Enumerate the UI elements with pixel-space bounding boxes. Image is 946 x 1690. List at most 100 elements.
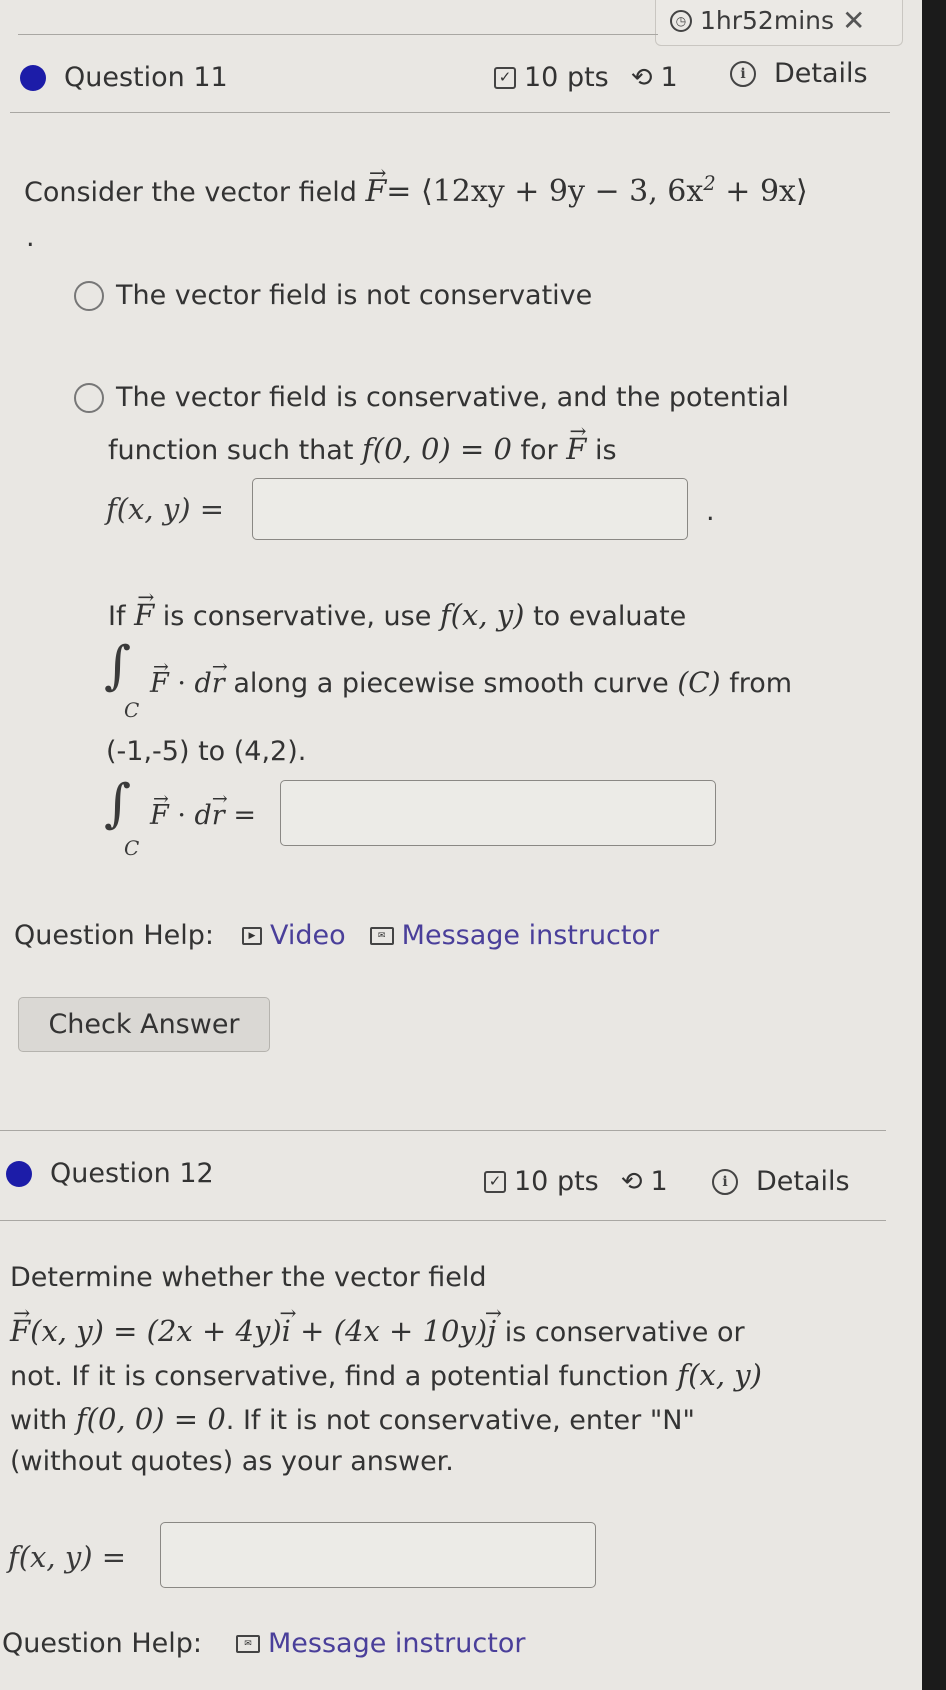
trailing-period: .	[26, 222, 35, 253]
divider	[0, 1220, 886, 1221]
text: is conservative, use	[162, 601, 432, 632]
math-dot-dr: · dr	[177, 668, 224, 699]
option-label: The vector field is conservative, and th…	[116, 382, 790, 413]
details-link[interactable]: i Details	[730, 58, 868, 89]
question-status-dot	[6, 1160, 32, 1187]
potential-function-input[interactable]	[252, 478, 688, 540]
divider	[0, 1130, 886, 1131]
checkbox-icon: ✓	[484, 1170, 506, 1193]
envelope-icon: ✉	[236, 1634, 260, 1653]
screen-edge	[922, 0, 946, 1690]
message-instructor-link[interactable]: ✉ Message instructor	[236, 1628, 525, 1659]
details-label: Details	[774, 58, 868, 89]
close-icon[interactable]: ✕	[842, 4, 865, 37]
clock-icon: ◷	[670, 9, 692, 32]
question-11-prompt: Consider the vector field F= ⟨12xy + 9y …	[24, 172, 808, 209]
math-fxy: f(x, y)	[439, 598, 525, 632]
evaluate-line-3: (-1,-5) to (4,2).	[106, 736, 307, 767]
fxy-label: f(x, y) =	[106, 492, 225, 526]
text: not. If it is conservative, find a poten…	[10, 1361, 669, 1392]
points: 10 pts	[514, 1166, 599, 1197]
question-12-line-2: F(x, y) = (2x + 4y)i + (4x + 10y)j is co…	[10, 1314, 745, 1348]
timer-panel: ◷ 1hr52mins ✕	[655, 0, 903, 46]
option-not-conservative[interactable]: The vector field is not conservative	[74, 280, 592, 311]
field-exp: 2	[703, 172, 716, 195]
integral-expression: F · dr =	[150, 800, 256, 831]
math-f00: f(0, 0) = 0	[362, 432, 512, 466]
text: function such that	[108, 435, 354, 466]
text: with	[10, 1405, 68, 1436]
question-11-meta: ✓ 10 pts ⟲ 1	[494, 62, 678, 93]
math-dot-dr: · dr =	[177, 800, 256, 831]
retry-icon: ⟲	[620, 1166, 643, 1197]
points: 10 pts	[524, 62, 609, 93]
text: is conservative or	[504, 1317, 745, 1348]
text: If	[108, 601, 126, 632]
text: from	[729, 668, 793, 699]
math-F: F	[150, 800, 169, 831]
math-f00: f(0, 0) = 0	[75, 1402, 226, 1436]
question-title: Question 12	[50, 1158, 214, 1189]
integral-sign: ∫	[104, 774, 132, 834]
question-12-line-4: with f(0, 0) = 0. If it is not conservat…	[10, 1402, 695, 1436]
text: is	[594, 435, 617, 466]
timer-label: 1hr52mins	[700, 6, 835, 35]
question-title: Question 11	[64, 62, 228, 93]
option-conservative[interactable]: The vector field is conservative, and th…	[74, 382, 789, 413]
divider	[18, 34, 658, 35]
question-12-line-1: Determine whether the vector field	[10, 1262, 487, 1293]
question-12-header: Question 12	[6, 1158, 214, 1189]
field-tail: + 9x⟩	[715, 174, 808, 209]
evaluate-line-1: If F is conservative, use f(x, y) to eva…	[108, 598, 686, 632]
attempts: 1	[660, 62, 678, 93]
text: . If it is not conservative, enter "N"	[225, 1405, 695, 1436]
envelope-icon: ✉	[369, 926, 394, 945]
info-icon: i	[712, 1168, 738, 1195]
vector-field-expression: F(x, y) = (2x + 4y)i + (4x + 10y)j	[10, 1314, 496, 1348]
message-instructor-label: Message instructor	[268, 1628, 526, 1659]
question-12-line-5: (without quotes) as your answer.	[10, 1446, 454, 1477]
retry-icon: ⟲	[630, 62, 653, 93]
check-answer-button[interactable]: Check Answer	[18, 997, 270, 1052]
question-status-dot	[20, 64, 46, 91]
potential-function-input[interactable]	[160, 1522, 596, 1588]
details-link[interactable]: i Details	[712, 1166, 850, 1197]
info-icon: i	[730, 60, 756, 87]
help-label: Question Help:	[14, 920, 214, 951]
question-12-meta: ✓ 10 pts ⟲ 1	[484, 1166, 668, 1197]
video-link-label: Video	[270, 920, 346, 951]
text: for	[520, 435, 558, 466]
question-help-row: Question Help: ▶ Video ✉ Message instruc…	[14, 920, 659, 951]
field-expr: = ⟨12xy + 9y − 3, 6x	[386, 174, 704, 209]
message-instructor-link[interactable]: ✉ Message instructor	[369, 920, 659, 951]
radio-button[interactable]	[74, 382, 104, 413]
answer-period: .	[706, 496, 715, 527]
help-label: Question Help:	[2, 1628, 202, 1659]
play-icon: ▶	[242, 926, 262, 945]
option-2-line-2: function such that f(0, 0) = 0 for F is	[108, 432, 617, 466]
integral-sign: ∫	[104, 636, 132, 696]
divider	[10, 112, 890, 113]
prompt-text: Consider the vector field	[24, 177, 357, 208]
checkbox-icon: ✓	[494, 66, 516, 89]
integral-subscript: C	[124, 698, 140, 722]
video-link[interactable]: ▶ Video	[242, 920, 346, 951]
math-F: F	[150, 668, 169, 699]
question-help-row: Question Help: ✉ Message instructor	[2, 1628, 525, 1659]
evaluate-line-2: F · dr along a piecewise smooth curve (C…	[150, 666, 792, 699]
math-fxy: f(x, y)	[677, 1358, 762, 1392]
integral-value-input[interactable]	[280, 780, 716, 846]
question-12-line-3: not. If it is conservative, find a poten…	[10, 1358, 762, 1392]
attempts: 1	[650, 1166, 668, 1197]
vector-field-expression: F= ⟨12xy + 9y − 3, 6x2 + 9x⟩	[365, 172, 808, 209]
text: to evaluate	[533, 601, 687, 632]
fxy-label: f(x, y) =	[8, 1540, 127, 1574]
math-C: (C)	[677, 666, 721, 699]
expr-a: (x, y) = (2x + 4y)	[30, 1314, 282, 1348]
text: along a piecewise smooth curve	[233, 668, 669, 699]
question-11-header: Question 11	[20, 62, 228, 93]
radio-button[interactable]	[74, 280, 104, 311]
math-F: F	[566, 432, 586, 466]
expr-b: + (4x + 10y)	[290, 1314, 488, 1348]
option-label: The vector field is not conservative	[116, 280, 593, 311]
